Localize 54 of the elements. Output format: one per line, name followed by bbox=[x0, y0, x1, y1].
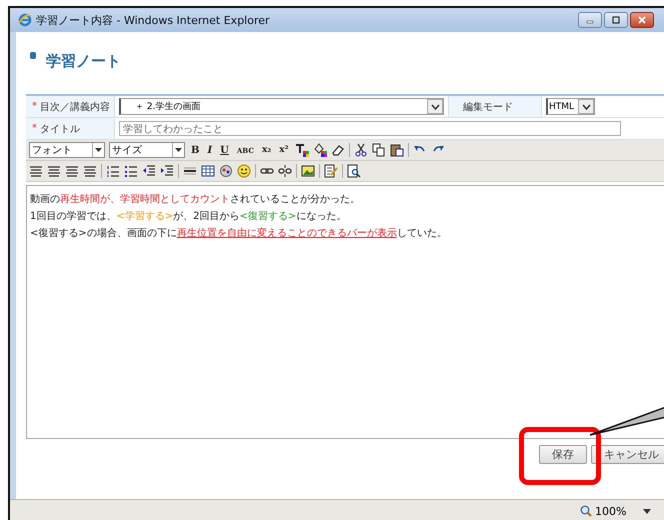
caret-icon bbox=[582, 104, 590, 110]
subscript-button[interactable]: x₂ bbox=[260, 145, 274, 155]
text-color-icon[interactable] bbox=[294, 143, 309, 157]
maximize-button[interactable] bbox=[604, 12, 628, 28]
page-heading: 学習ノート bbox=[46, 52, 121, 70]
zoom-icon[interactable] bbox=[580, 505, 592, 517]
smiley-icon[interactable] bbox=[237, 164, 251, 178]
caret-icon bbox=[175, 148, 182, 152]
bold-button[interactable]: B bbox=[189, 144, 202, 156]
underline-button[interactable]: U bbox=[218, 144, 231, 156]
outdent-icon[interactable] bbox=[142, 164, 156, 178]
mode-select[interactable]: HTML bbox=[546, 98, 595, 115]
indent-icon[interactable] bbox=[160, 164, 174, 178]
align-icon[interactable] bbox=[83, 164, 97, 178]
edit-icon[interactable] bbox=[324, 164, 338, 178]
caret-icon bbox=[430, 104, 440, 110]
superscript-button[interactable]: x² bbox=[277, 145, 291, 155]
field-label: * タイトル bbox=[26, 118, 115, 139]
zoom-dropdown-icon[interactable] bbox=[643, 508, 652, 514]
bullet-list-icon[interactable] bbox=[124, 164, 138, 178]
size-select[interactable]: サイズ bbox=[109, 142, 185, 158]
close-icon bbox=[637, 16, 647, 24]
caret-icon bbox=[95, 148, 102, 152]
unlink-icon[interactable] bbox=[278, 164, 292, 178]
zoom-level[interactable]: 100% bbox=[595, 504, 626, 518]
align-icon[interactable] bbox=[65, 164, 79, 178]
editor-line: 1回目の学習では、<学習する>が、2回目から<復習する>になった。 bbox=[30, 210, 348, 224]
bullet-icon bbox=[30, 52, 36, 59]
cancel-button[interactable]: キャンセル bbox=[591, 445, 664, 464]
browser-logo-icon bbox=[18, 13, 32, 27]
italic-button[interactable]: I bbox=[205, 144, 214, 156]
save-button[interactable]: 保存 bbox=[539, 445, 587, 464]
fill-color-icon[interactable] bbox=[312, 143, 327, 157]
chapter-select[interactable]: ＋ 2.学生の画面 bbox=[119, 98, 444, 115]
copy-icon[interactable] bbox=[372, 143, 386, 157]
preview-icon[interactable] bbox=[347, 164, 361, 178]
table-icon[interactable] bbox=[201, 164, 215, 178]
paste-icon[interactable] bbox=[390, 143, 404, 157]
field-label: * 目次／講義内容 bbox=[26, 96, 115, 117]
maximize-icon bbox=[611, 16, 621, 24]
window-title: 学習ノート内容 - Windows Internet Explorer bbox=[36, 12, 270, 28]
title-input[interactable]: 学習してわかったこと bbox=[119, 121, 621, 136]
image-icon[interactable] bbox=[301, 164, 315, 178]
field-label: 編集モード bbox=[448, 96, 542, 117]
cut-icon[interactable] bbox=[354, 143, 368, 157]
editor-line: 動画の再生時間が、学習時間としてカウント されていることが分かった。 bbox=[30, 192, 361, 207]
eraser-icon[interactable] bbox=[330, 143, 345, 157]
align-icon[interactable] bbox=[29, 164, 43, 178]
editor-line: <復習する>の場合、画面の下に再生位置を自由に変えることのできるバーが表示していた。 bbox=[30, 226, 448, 241]
close-button[interactable] bbox=[630, 12, 654, 28]
numbered-list-icon[interactable] bbox=[106, 164, 120, 178]
align-icon[interactable] bbox=[47, 164, 61, 178]
media-icon[interactable] bbox=[219, 164, 233, 178]
font-select[interactable]: フォント bbox=[29, 142, 105, 158]
